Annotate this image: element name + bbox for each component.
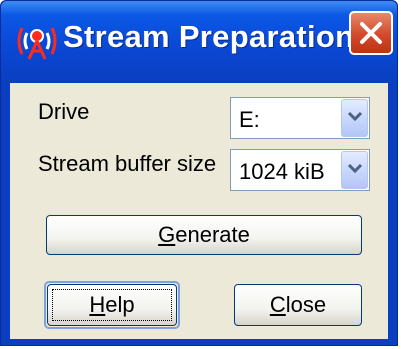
window-title: Stream Preparation ... xyxy=(63,19,391,54)
title-bar[interactable]: Stream Preparation ... xyxy=(1,1,397,83)
broadcast-antenna-icon xyxy=(17,21,57,61)
drive-dropdown-button[interactable] xyxy=(341,99,368,137)
title-close-button[interactable] xyxy=(349,11,393,55)
close-button-label: Close xyxy=(269,292,327,317)
dialog-window: Stream Preparation ... Drive E: Stream b… xyxy=(0,0,398,346)
help-button[interactable]: Help xyxy=(47,284,177,326)
drive-label: Drive xyxy=(38,99,90,124)
dialog-body: Drive E: Stream buffer size 1024 kiB Gen… xyxy=(10,83,388,339)
close-button[interactable]: Close xyxy=(234,284,362,326)
drive-value: E: xyxy=(239,107,260,132)
drive-select[interactable]: E: xyxy=(230,97,370,139)
generate-button-label: Generate xyxy=(158,222,250,247)
buffer-size-select[interactable]: 1024 kiB xyxy=(230,149,370,191)
buffer-size-value: 1024 kiB xyxy=(239,159,325,184)
help-button-label: Help xyxy=(89,292,135,317)
chevron-down-icon xyxy=(347,111,363,122)
buffer-size-dropdown-button[interactable] xyxy=(341,151,368,189)
generate-button[interactable]: Generate xyxy=(46,215,362,255)
buffer-size-label: Stream buffer size xyxy=(38,151,217,176)
chevron-down-icon xyxy=(347,163,363,174)
close-icon xyxy=(360,22,382,44)
